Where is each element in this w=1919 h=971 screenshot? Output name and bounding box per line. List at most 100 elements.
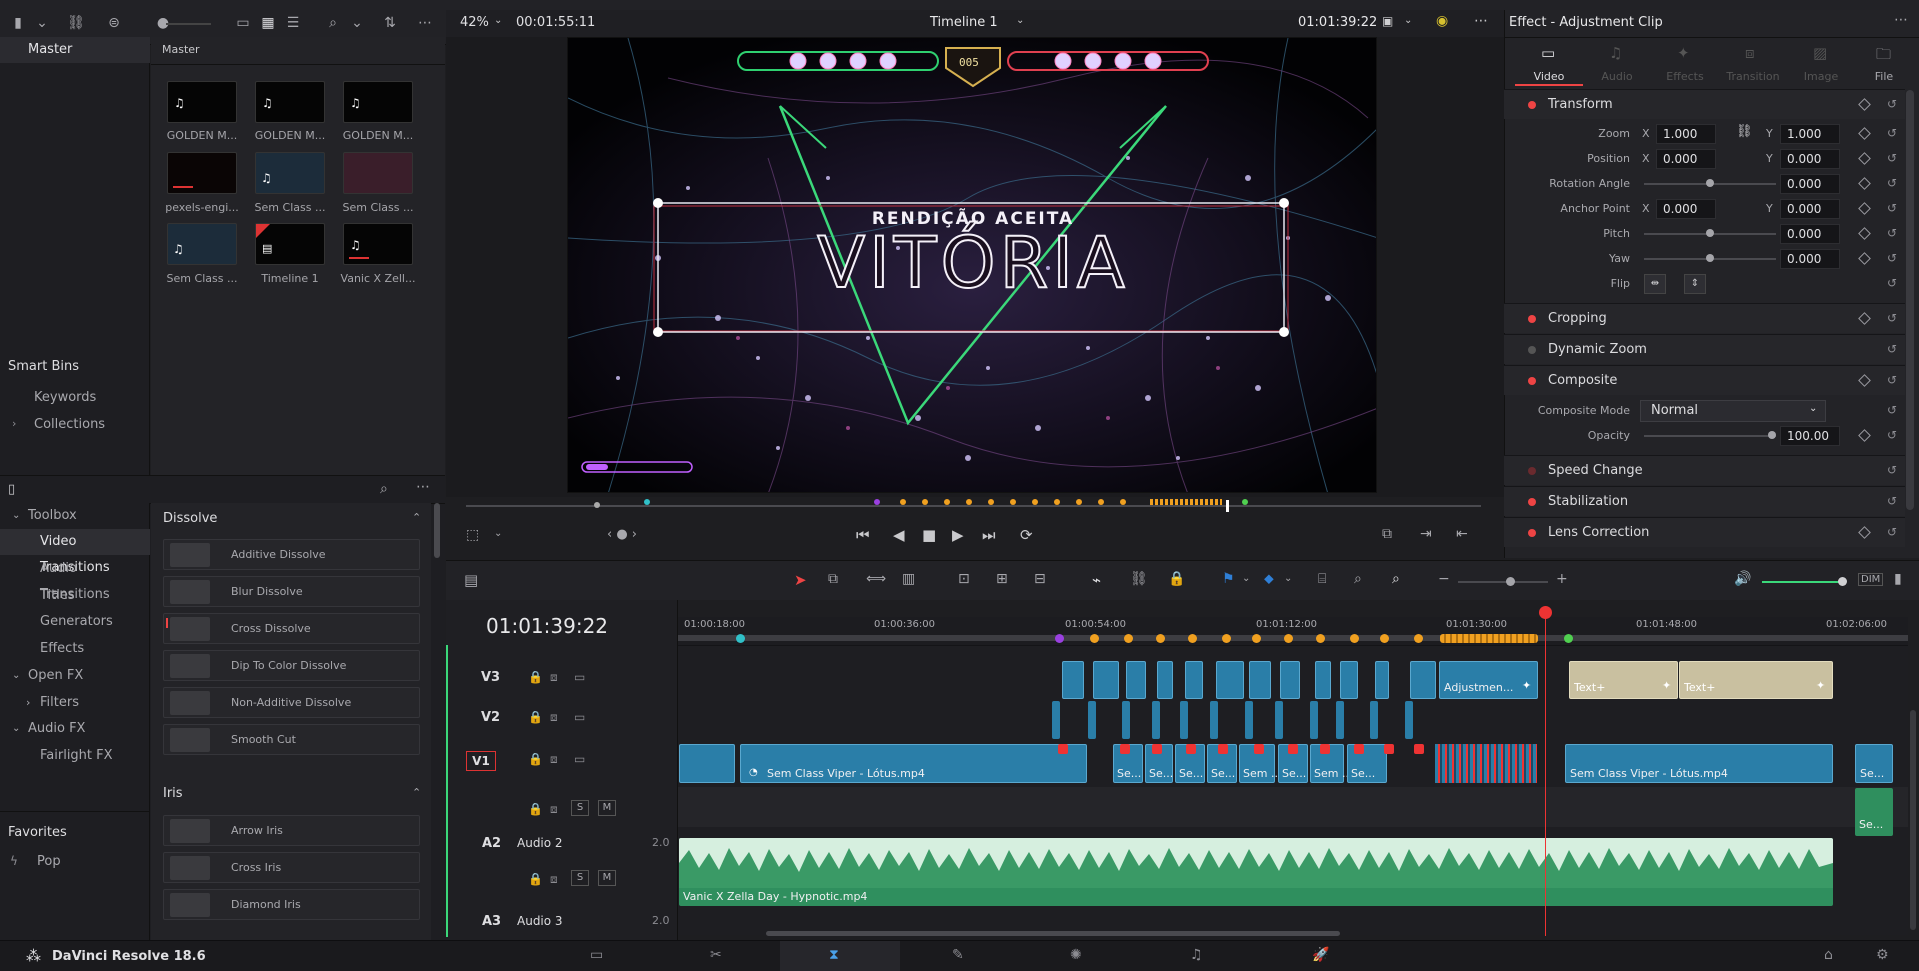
media-thumb[interactable]: ♫ [167,223,237,265]
v2-clip[interactable] [1210,701,1218,739]
fx-diamond-iris[interactable]: Diamond Iris [163,889,420,920]
v2-clip[interactable] [1275,701,1283,739]
zoom-level[interactable]: 42% [460,15,489,30]
audio-clip-end[interactable]: Se... [1855,788,1893,836]
v3-clip[interactable] [1249,661,1271,699]
enable-toggle-icon[interactable] [1528,101,1536,109]
v3-clip[interactable] [1093,661,1119,699]
tree-filters[interactable]: › Filters [0,690,150,716]
timeline-horizontal-scrollbar[interactable] [766,931,1340,936]
v1-short-clip[interactable]: Se... [1347,744,1387,783]
position-lock-icon[interactable]: 🔒 [1168,571,1185,587]
previous-edit-icon[interactable]: ⇤ [1456,526,1468,542]
media-thumb[interactable] [343,152,413,194]
timeline-zoom-knob[interactable] [1506,577,1515,586]
panel-toggle-icon[interactable]: ▮ [8,13,28,33]
track-label-v1[interactable]: V1 [466,751,496,771]
v1-main-clip[interactable]: ◔ Sem Class Viper - Lótus.mp4 [740,744,1087,783]
lock-icon[interactable]: 🔒 [528,670,543,684]
volume-slider[interactable] [1762,581,1844,583]
chevron-right-icon[interactable]: › [12,417,16,430]
chevron-down-icon[interactable]: ⌄ [347,13,367,33]
home-icon[interactable]: ⌂ [1824,947,1846,967]
auto-select-icon[interactable]: ⧈ [550,872,558,887]
tree-audio-fx[interactable]: ⌄ Audio FX [0,716,150,742]
reset-icon[interactable]: ↺ [1887,126,1897,140]
v3-clip[interactable] [1216,661,1244,699]
zoom-y-field[interactable]: 1.000 [1780,124,1840,144]
media-thumb[interactable]: ▤ [255,223,325,265]
v2-clip[interactable] [1088,701,1096,739]
overwrite-clip-icon[interactable]: ⊞ [996,571,1008,587]
panel-toggle-icon[interactable]: ▯ [8,482,15,497]
audio-clip[interactable]: Vanic X Zella Day - Hypnotic.mp4 [679,838,1833,906]
media-thumb[interactable]: ♫ [343,81,413,123]
filmstrip-view-icon[interactable]: ▭ [233,13,253,33]
solo-button[interactable]: S [571,800,589,816]
v2-clip[interactable] [1310,701,1318,739]
anchor-y-field[interactable]: 0.000 [1780,199,1840,219]
color-page-icon[interactable]: ✺ [1070,947,1092,967]
tree-open-fx[interactable]: ⌄ Open FX [0,663,150,689]
chevron-down-icon[interactable]: ⌄ [32,13,52,33]
smart-bin-keywords[interactable]: Keywords [34,390,96,405]
track-visibility-icon[interactable]: ▭ [574,752,585,766]
dense-cut-region[interactable] [1435,744,1537,783]
fx-dip-to-color-dissolve[interactable]: Dip To Color Dissolve [163,650,420,681]
reset-icon[interactable]: ↺ [1887,311,1897,325]
more-options-icon[interactable]: ⋯ [416,479,430,495]
v2-clip[interactable] [1370,701,1378,739]
v3-clip[interactable] [1126,661,1146,699]
tab-audio[interactable]: ♫ Audio [1583,40,1651,86]
enable-toggle-icon[interactable] [1528,315,1536,323]
timeline-vertical-scrollbar[interactable] [1910,710,1916,930]
mute-button[interactable]: M [598,800,616,816]
anchor-x-field[interactable]: 0.000 [1656,199,1716,219]
tree-audio-transitions[interactable]: Audio Transitions [0,556,150,602]
keyframe-icon[interactable] [1858,98,1871,111]
v1-main-clip[interactable]: Sem Class Viper - Lótus.mp4 [1565,744,1833,783]
tree-fairlight-fx[interactable]: Fairlight FX [0,743,150,769]
meter-icon[interactable]: ▮ [1894,571,1902,587]
v3-clip[interactable] [1157,661,1173,699]
reset-icon[interactable]: ↺ [1887,342,1897,356]
enable-toggle-icon[interactable] [1528,529,1536,537]
smart-bin-collections[interactable]: Collections [34,417,105,432]
list-view-icon[interactable]: ☰ [283,13,303,33]
pitch-slider-knob[interactable] [1706,229,1714,237]
v3-clip[interactable] [1410,661,1436,699]
inspector-scrollbar[interactable] [1906,90,1914,510]
color-scope-icon[interactable]: ◉ [1436,13,1448,29]
reset-icon[interactable]: ↺ [1887,428,1897,442]
track-visibility-icon[interactable]: ▭ [574,710,585,724]
chevron-up-icon[interactable]: ⌃ [412,511,421,524]
fx-non-additive-dissolve[interactable]: Non-Additive Dissolve [163,687,420,718]
fx-smooth-cut[interactable]: Smooth Cut [163,724,420,755]
tab-transition[interactable]: ⧈ Transition [1719,40,1787,86]
v2-clip[interactable] [1245,701,1253,739]
favorite-item-pop[interactable]: Pop [37,854,61,869]
media-thumb[interactable]: ♫ [167,81,237,123]
text-plus-clip[interactable]: Text+ ✦ [1569,661,1678,699]
text-plus-clip[interactable]: Text+ ✦ [1679,661,1833,699]
proxy-icon[interactable]: ▣ [1382,14,1393,28]
chevron-down-icon[interactable]: ⌄ [1016,15,1024,26]
edit-page-icon[interactable]: ⧗ [829,947,851,967]
deliver-page-icon[interactable]: 🚀 [1312,947,1334,967]
go-to-end-icon[interactable]: ⏭ [982,526,996,544]
keyframe-icon[interactable] [1858,312,1871,325]
fx-blur-dissolve[interactable]: Blur Dissolve [163,576,420,607]
reset-icon[interactable]: ↺ [1887,494,1897,508]
match-frame-icon[interactable]: ⧉ [1382,526,1392,542]
v2-clip[interactable] [1152,701,1160,739]
sort-icon[interactable]: ⇅ [380,13,400,33]
settings-gear-icon[interactable]: ⚙ [1876,947,1898,967]
tree-video-transitions[interactable]: Video Transitions [0,529,150,575]
tree-titles[interactable]: Titles [0,583,150,609]
flip-vertical-icon[interactable]: ⇕ [1684,274,1706,294]
zoom-in-icon[interactable]: + [1556,571,1568,587]
search-icon[interactable]: ⌕ [323,13,343,33]
link-icon[interactable]: ⛓ [1736,124,1753,139]
stop-icon[interactable]: ■ [922,526,936,544]
section-lens-correction[interactable]: Lens Correction ↺ [1504,517,1905,547]
